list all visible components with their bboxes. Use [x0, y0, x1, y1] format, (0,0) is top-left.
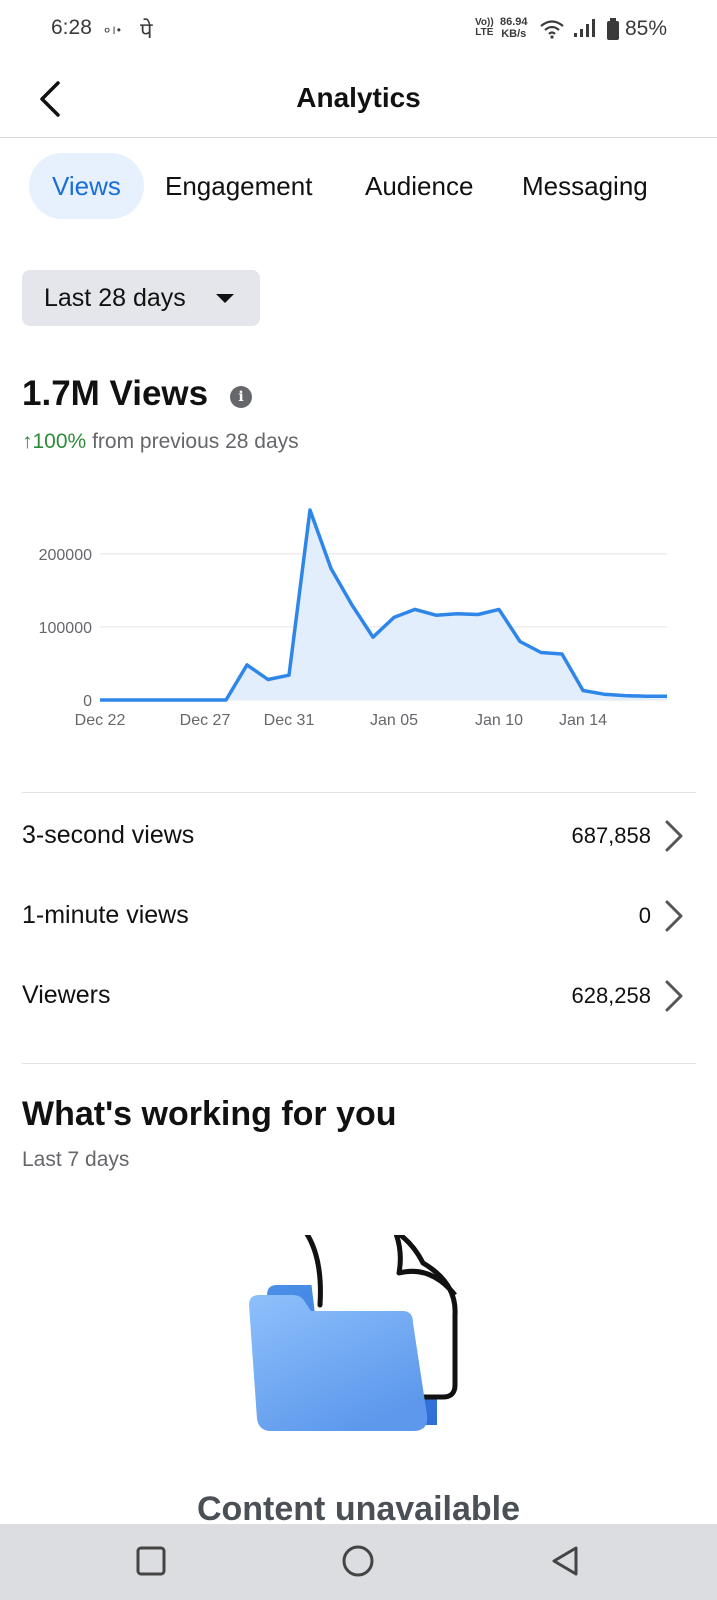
- x-tick-label: Dec 31: [264, 712, 315, 729]
- x-tick-label: Jan 05: [370, 712, 418, 729]
- divider: [22, 1063, 696, 1064]
- network-speed-value: 86.94: [500, 16, 528, 28]
- battery-icon: [607, 18, 619, 40]
- chart-point: [624, 694, 627, 697]
- y-tick-label: 0: [83, 693, 92, 710]
- chart-point: [120, 699, 123, 702]
- chart-point: [288, 674, 291, 677]
- chart-point: [435, 614, 438, 617]
- empty-folder-icon: [249, 1235, 458, 1431]
- views-total: 1.7M Views: [22, 374, 209, 413]
- date-range-dropdown[interactable]: Last 28 days: [22, 270, 260, 326]
- chart-point: [456, 612, 459, 615]
- chart-point: [99, 699, 102, 702]
- tab-audience[interactable]: Audience: [365, 153, 473, 219]
- chevron-right-icon: [665, 980, 683, 1012]
- chart-point: [183, 699, 186, 702]
- x-tick-label: Jan 14: [559, 712, 607, 729]
- info-icon[interactable]: i: [230, 386, 252, 408]
- chart-point: [372, 636, 375, 639]
- x-tick-label: Jan 10: [475, 712, 523, 729]
- change-percent: ↑100%: [22, 430, 87, 453]
- section-title: What's working for you: [22, 1095, 397, 1133]
- x-tick-label: Dec 27: [180, 712, 231, 729]
- divider: [22, 792, 696, 793]
- status-bar: 6:28 ०।• पे Vo)) LTE 86.94 KB/s 85%: [0, 0, 717, 58]
- chart-point: [666, 695, 669, 698]
- chevron-right-icon: [665, 900, 683, 932]
- stat-row-viewers[interactable]: Viewers 628,258: [22, 967, 696, 1023]
- chart-point: [204, 699, 207, 702]
- chart-point: [246, 663, 249, 666]
- tab-views[interactable]: Views: [29, 153, 144, 219]
- stat-row-1-minute-views[interactable]: 1-minute views 0: [22, 887, 696, 943]
- date-range-label: Last 28 days: [44, 284, 186, 312]
- chart-point: [330, 567, 333, 570]
- chart-point: [498, 608, 501, 611]
- payment-app-icon: पे: [140, 19, 153, 44]
- chart-point: [540, 651, 543, 654]
- status-time: 6:28: [51, 16, 92, 39]
- chart-point: [477, 613, 480, 616]
- signal-icon: [574, 19, 595, 37]
- change-label: from previous 28 days: [92, 430, 299, 453]
- stat-value: 0: [638, 903, 651, 928]
- stat-value: 687,858: [571, 823, 651, 848]
- tab-engagement[interactable]: Engagement: [165, 153, 312, 219]
- chart-point: [519, 640, 522, 643]
- chart-point: [351, 604, 354, 607]
- chart-point: [561, 653, 564, 656]
- y-tick-label: 200000: [39, 547, 92, 564]
- stat-row-3-second-views[interactable]: 3-second views 687,858: [22, 807, 696, 863]
- views-change: ↑100% from previous 28 days: [22, 430, 299, 454]
- chart-point: [645, 695, 648, 698]
- chart-point: [582, 689, 585, 692]
- views-chart: 0 100000 200000 Dec 22 Dec 27 Dec 31 Jan 05 Jan…: [39, 508, 669, 729]
- network-speed: 86.94 KB/s: [500, 16, 528, 40]
- stat-label: 3-second views: [22, 821, 195, 849]
- chart-point: [267, 678, 270, 681]
- system-nav-bar: [0, 1524, 717, 1600]
- x-tick-label: Dec 22: [75, 712, 126, 729]
- home-icon[interactable]: [318, 1524, 398, 1600]
- wifi-icon: [540, 20, 564, 39]
- section-subtitle: Last 7 days: [22, 1148, 130, 1171]
- app-header: Analytics: [0, 62, 717, 138]
- chart-area-fill: [100, 510, 667, 700]
- notification-icon: ०।•: [104, 23, 122, 37]
- stat-label: Viewers: [22, 981, 111, 1009]
- network-speed-unit: KB/s: [501, 28, 527, 40]
- chart-point: [162, 699, 165, 702]
- y-tick-label: 100000: [39, 620, 92, 637]
- battery-percent: 85%: [625, 17, 668, 40]
- chart-point: [225, 699, 228, 702]
- caret-down-icon: [216, 294, 234, 303]
- back-nav-icon[interactable]: [525, 1524, 605, 1600]
- chart-point: [141, 699, 144, 702]
- volte-bottom: LTE: [475, 27, 494, 38]
- chart-point: [309, 509, 312, 512]
- tab-messaging[interactable]: Messaging: [522, 153, 648, 219]
- chevron-right-icon: [665, 820, 683, 852]
- stat-value: 628,258: [571, 983, 651, 1008]
- chart-point: [393, 616, 396, 619]
- volte-indicator: Vo)) LTE: [475, 18, 494, 38]
- recent-apps-icon[interactable]: [111, 1524, 191, 1600]
- page-title: Analytics: [296, 82, 421, 113]
- stat-label: 1-minute views: [22, 901, 189, 929]
- chart-point: [603, 693, 606, 696]
- chart-point: [414, 608, 417, 611]
